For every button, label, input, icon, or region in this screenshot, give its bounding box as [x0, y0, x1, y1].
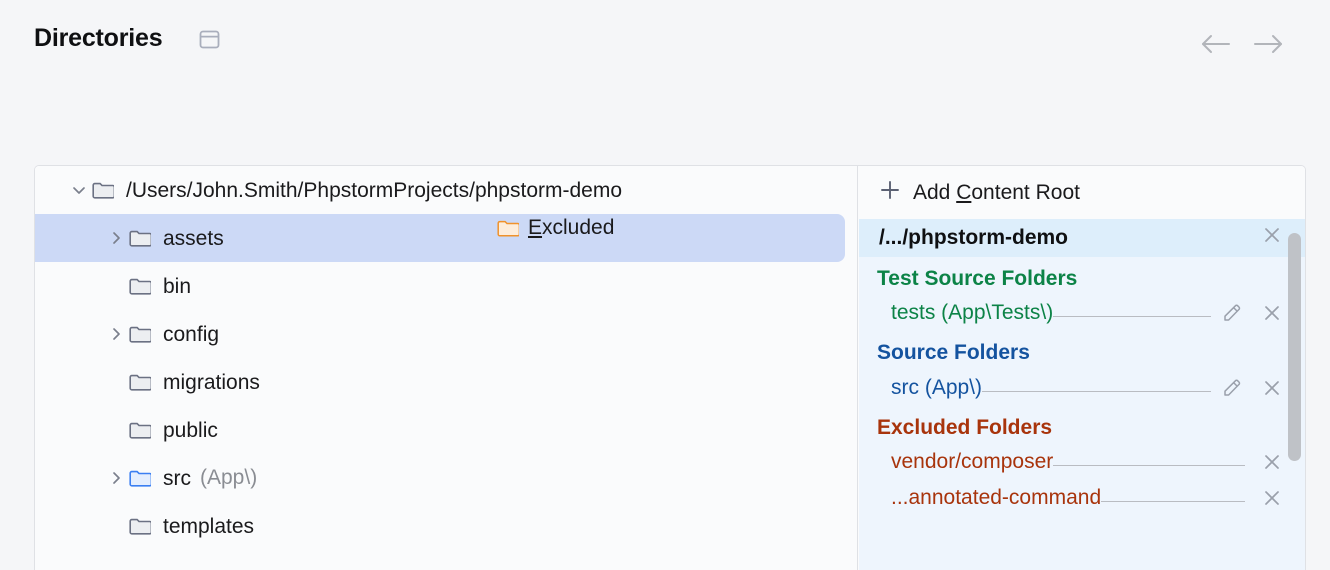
tree-row-label: migrations: [163, 372, 260, 393]
tree-row-label: assets: [163, 228, 224, 249]
chevron-down-icon[interactable]: [66, 177, 92, 203]
folder-icon: [129, 325, 151, 343]
folder-icon: [92, 181, 114, 199]
nav-back-button[interactable]: [1198, 30, 1234, 58]
pencil-icon[interactable]: [1219, 300, 1245, 326]
folder-icon: [129, 277, 151, 295]
tree-row[interactable]: bin: [35, 262, 857, 310]
directories-panel: /Users/John.Smith/PhpstormProjects/phpst…: [34, 165, 1306, 570]
mark-as-toolbar: Mark as: Tests Sources Excluded: [0, 100, 1330, 160]
folder-entry-label: tests (App\Tests\): [891, 301, 1053, 325]
page-header: Directories: [0, 0, 1330, 80]
pencil-icon[interactable]: [1219, 375, 1245, 401]
page-title: Directories: [34, 24, 162, 53]
tree-row-namespace: (App\): [200, 466, 257, 490]
tree-row-label: src: [163, 468, 191, 489]
entry-leader-line: [1101, 489, 1245, 502]
folder-entry-row[interactable]: ...annotated-command: [859, 480, 1306, 516]
tree-row[interactable]: src (App\): [35, 454, 857, 502]
tree-row-label: bin: [163, 276, 191, 297]
root-folder-groups: Test Source Folders tests (App\Tests\) Sou…: [859, 257, 1306, 516]
tree-row[interactable]: assets: [35, 214, 845, 262]
tree-row[interactable]: templates: [35, 502, 857, 550]
directory-tree[interactable]: /Users/John.Smith/PhpstormProjects/phpst…: [35, 166, 858, 570]
folder-group-title: Test Source Folders: [859, 257, 1306, 295]
folder-excluded-icon: [497, 219, 519, 237]
folder-entry-row[interactable]: vendor/composer: [859, 444, 1306, 480]
chevron-right-icon[interactable]: [103, 465, 129, 491]
mark-as-excluded-label: Excluded: [528, 216, 614, 239]
tree-row[interactable]: migrations: [35, 358, 857, 406]
content-root-title: /.../phpstorm-demo: [879, 226, 1068, 250]
chevron-right-icon[interactable]: [103, 321, 129, 347]
folder-group-title: Source Folders: [859, 331, 1306, 369]
window-panel-icon: [199, 30, 220, 49]
content-root-entry[interactable]: /.../phpstorm-demo: [859, 219, 1306, 257]
tree-row[interactable]: /Users/John.Smith/PhpstormProjects/phpst…: [35, 166, 857, 214]
folder-icon: [129, 517, 151, 535]
folder-entry-label: ...annotated-command: [891, 486, 1101, 510]
folder-entry-row[interactable]: src (App\): [859, 370, 1306, 406]
folder-icon: [129, 421, 151, 439]
entry-leader-line: [1053, 453, 1245, 466]
entry-leader-line: [1053, 304, 1211, 317]
add-content-root-button[interactable]: Add Content Root: [859, 166, 1306, 219]
tree-row-label: public: [163, 420, 218, 441]
close-icon[interactable]: [1261, 224, 1283, 252]
folder-group-title: Excluded Folders: [859, 406, 1306, 444]
folder-icon: [129, 469, 151, 487]
content-roots-list[interactable]: /.../phpstorm-demo Test Source Folders te…: [859, 219, 1306, 570]
folder-icon: [129, 373, 151, 391]
folder-entry-label: vendor/composer: [891, 450, 1053, 474]
tree-row[interactable]: public: [35, 406, 857, 454]
plus-icon: [879, 179, 901, 207]
nav-forward-button[interactable]: [1250, 30, 1286, 58]
tree-row-label: templates: [163, 516, 254, 537]
folder-entry-label: src (App\): [891, 376, 982, 400]
tree-row-label: config: [163, 324, 219, 345]
scrollbar-track[interactable]: [1282, 219, 1306, 570]
content-roots-panel: Add Content Root /.../phpstorm-demo Test…: [859, 166, 1306, 570]
folder-icon: [129, 229, 151, 247]
tree-row[interactable]: config: [35, 310, 857, 358]
entry-leader-line: [982, 379, 1211, 392]
folder-entry-row[interactable]: tests (App\Tests\): [859, 295, 1306, 331]
vertical-scrollbar[interactable]: [1288, 233, 1301, 461]
chevron-right-icon[interactable]: [103, 225, 129, 251]
add-content-root-label: Add Content Root: [913, 181, 1080, 205]
mark-as-excluded-button[interactable]: Excluded: [497, 216, 614, 239]
tree-row-label: /Users/John.Smith/PhpstormProjects/phpst…: [126, 180, 622, 201]
